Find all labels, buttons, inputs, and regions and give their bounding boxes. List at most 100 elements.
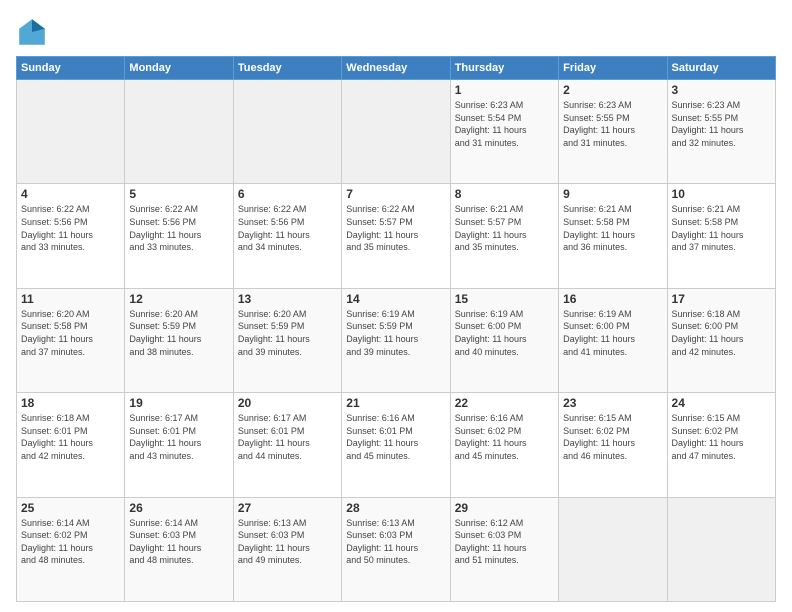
day-info: Sunrise: 6:23 AM Sunset: 5:55 PM Dayligh… (563, 99, 662, 149)
day-number: 27 (238, 501, 337, 515)
week-row-5: 25 Sunrise: 6:14 AM Sunset: 6:02 PM Dayli… (17, 497, 776, 601)
calendar-cell: 23 Sunrise: 6:15 AM Sunset: 6:02 PM Dayli… (559, 393, 667, 497)
week-row-4: 18 Sunrise: 6:18 AM Sunset: 6:01 PM Dayli… (17, 393, 776, 497)
calendar-cell (233, 80, 341, 184)
calendar-cell: 28 Sunrise: 6:13 AM Sunset: 6:03 PM Dayli… (342, 497, 450, 601)
calendar-cell: 15 Sunrise: 6:19 AM Sunset: 6:00 PM Dayli… (450, 288, 558, 392)
day-info: Sunrise: 6:19 AM Sunset: 5:59 PM Dayligh… (346, 308, 445, 358)
calendar-cell: 10 Sunrise: 6:21 AM Sunset: 5:58 PM Dayli… (667, 184, 775, 288)
day-number: 22 (455, 396, 554, 410)
day-info: Sunrise: 6:22 AM Sunset: 5:56 PM Dayligh… (238, 203, 337, 253)
column-header-wednesday: Wednesday (342, 57, 450, 80)
calendar-header: SundayMondayTuesdayWednesdayThursdayFrid… (17, 57, 776, 80)
day-number: 16 (563, 292, 662, 306)
calendar-cell: 18 Sunrise: 6:18 AM Sunset: 6:01 PM Dayli… (17, 393, 125, 497)
day-info: Sunrise: 6:16 AM Sunset: 6:01 PM Dayligh… (346, 412, 445, 462)
day-info: Sunrise: 6:22 AM Sunset: 5:57 PM Dayligh… (346, 203, 445, 253)
calendar-cell (342, 80, 450, 184)
day-number: 4 (21, 187, 120, 201)
day-number: 9 (563, 187, 662, 201)
calendar-cell: 17 Sunrise: 6:18 AM Sunset: 6:00 PM Dayli… (667, 288, 775, 392)
calendar-body: 1 Sunrise: 6:23 AM Sunset: 5:54 PM Daylig… (17, 80, 776, 602)
day-info: Sunrise: 6:21 AM Sunset: 5:58 PM Dayligh… (672, 203, 771, 253)
day-info: Sunrise: 6:14 AM Sunset: 6:03 PM Dayligh… (129, 517, 228, 567)
day-number: 15 (455, 292, 554, 306)
calendar-cell: 6 Sunrise: 6:22 AM Sunset: 5:56 PM Daylig… (233, 184, 341, 288)
day-number: 13 (238, 292, 337, 306)
day-info: Sunrise: 6:17 AM Sunset: 6:01 PM Dayligh… (129, 412, 228, 462)
calendar-cell: 26 Sunrise: 6:14 AM Sunset: 6:03 PM Dayli… (125, 497, 233, 601)
day-info: Sunrise: 6:21 AM Sunset: 5:58 PM Dayligh… (563, 203, 662, 253)
calendar-cell: 8Sunrise: 6:21 AM Sunset: 5:57 PM Daylig… (450, 184, 558, 288)
day-number: 10 (672, 187, 771, 201)
day-number: 7 (346, 187, 445, 201)
day-info: Sunrise: 6:19 AM Sunset: 6:00 PM Dayligh… (563, 308, 662, 358)
calendar-table: SundayMondayTuesdayWednesdayThursdayFrid… (16, 56, 776, 602)
day-number: 2 (563, 83, 662, 97)
day-info: Sunrise: 6:18 AM Sunset: 6:00 PM Dayligh… (672, 308, 771, 358)
calendar-cell: 14 Sunrise: 6:19 AM Sunset: 5:59 PM Dayli… (342, 288, 450, 392)
calendar-cell: 13 Sunrise: 6:20 AM Sunset: 5:59 PM Dayli… (233, 288, 341, 392)
calendar-cell (559, 497, 667, 601)
column-header-sunday: Sunday (17, 57, 125, 80)
day-info: Sunrise: 6:20 AM Sunset: 5:58 PM Dayligh… (21, 308, 120, 358)
day-number: 29 (455, 501, 554, 515)
logo (16, 16, 54, 48)
header (16, 16, 776, 48)
day-number: 14 (346, 292, 445, 306)
day-number: 26 (129, 501, 228, 515)
day-number: 1 (455, 83, 554, 97)
day-info: Sunrise: 6:15 AM Sunset: 6:02 PM Dayligh… (672, 412, 771, 462)
day-info: Sunrise: 6:20 AM Sunset: 5:59 PM Dayligh… (238, 308, 337, 358)
calendar-cell: 25 Sunrise: 6:14 AM Sunset: 6:02 PM Dayli… (17, 497, 125, 601)
day-info: Sunrise: 6:22 AM Sunset: 5:56 PM Dayligh… (21, 203, 120, 253)
day-number: 8 (455, 187, 554, 201)
day-number: 5 (129, 187, 228, 201)
calendar-cell (667, 497, 775, 601)
day-number: 24 (672, 396, 771, 410)
calendar-cell: 27Sunrise: 6:13 AM Sunset: 6:03 PM Dayli… (233, 497, 341, 601)
day-number: 21 (346, 396, 445, 410)
calendar-cell: 11 Sunrise: 6:20 AM Sunset: 5:58 PM Dayli… (17, 288, 125, 392)
day-number: 18 (21, 396, 120, 410)
day-number: 12 (129, 292, 228, 306)
day-info: Sunrise: 6:13 AM Sunset: 6:03 PM Dayligh… (346, 517, 445, 567)
calendar-cell: 4 Sunrise: 6:22 AM Sunset: 5:56 PM Daylig… (17, 184, 125, 288)
calendar-cell: 2 Sunrise: 6:23 AM Sunset: 5:55 PM Daylig… (559, 80, 667, 184)
calendar-cell: 7 Sunrise: 6:22 AM Sunset: 5:57 PM Daylig… (342, 184, 450, 288)
column-header-tuesday: Tuesday (233, 57, 341, 80)
day-info: Sunrise: 6:23 AM Sunset: 5:54 PM Dayligh… (455, 99, 554, 149)
day-info: Sunrise: 6:17 AM Sunset: 6:01 PM Dayligh… (238, 412, 337, 462)
calendar-cell: 19Sunrise: 6:17 AM Sunset: 6:01 PM Dayli… (125, 393, 233, 497)
week-row-3: 11 Sunrise: 6:20 AM Sunset: 5:58 PM Dayli… (17, 288, 776, 392)
day-info: Sunrise: 6:14 AM Sunset: 6:02 PM Dayligh… (21, 517, 120, 567)
week-row-1: 1 Sunrise: 6:23 AM Sunset: 5:54 PM Daylig… (17, 80, 776, 184)
calendar-cell: 24 Sunrise: 6:15 AM Sunset: 6:02 PM Dayli… (667, 393, 775, 497)
day-info: Sunrise: 6:18 AM Sunset: 6:01 PM Dayligh… (21, 412, 120, 462)
calendar-cell: 16 Sunrise: 6:19 AM Sunset: 6:00 PM Dayli… (559, 288, 667, 392)
calendar-cell (17, 80, 125, 184)
day-info: Sunrise: 6:15 AM Sunset: 6:02 PM Dayligh… (563, 412, 662, 462)
day-info: Sunrise: 6:12 AM Sunset: 6:03 PM Dayligh… (455, 517, 554, 567)
page: SundayMondayTuesdayWednesdayThursdayFrid… (0, 0, 792, 612)
week-row-2: 4 Sunrise: 6:22 AM Sunset: 5:56 PM Daylig… (17, 184, 776, 288)
column-header-friday: Friday (559, 57, 667, 80)
calendar-cell: 5 Sunrise: 6:22 AM Sunset: 5:56 PM Daylig… (125, 184, 233, 288)
logo-icon (16, 16, 48, 48)
day-info: Sunrise: 6:16 AM Sunset: 6:02 PM Dayligh… (455, 412, 554, 462)
calendar-cell: 21 Sunrise: 6:16 AM Sunset: 6:01 PM Dayli… (342, 393, 450, 497)
calendar-cell: 22 Sunrise: 6:16 AM Sunset: 6:02 PM Dayli… (450, 393, 558, 497)
column-header-thursday: Thursday (450, 57, 558, 80)
day-number: 28 (346, 501, 445, 515)
day-number: 11 (21, 292, 120, 306)
day-number: 6 (238, 187, 337, 201)
day-number: 23 (563, 396, 662, 410)
day-info: Sunrise: 6:22 AM Sunset: 5:56 PM Dayligh… (129, 203, 228, 253)
day-number: 25 (21, 501, 120, 515)
day-number: 17 (672, 292, 771, 306)
calendar-cell: 3Sunrise: 6:23 AM Sunset: 5:55 PM Daylig… (667, 80, 775, 184)
calendar-cell: 29 Sunrise: 6:12 AM Sunset: 6:03 PM Dayli… (450, 497, 558, 601)
calendar-cell: 9 Sunrise: 6:21 AM Sunset: 5:58 PM Daylig… (559, 184, 667, 288)
day-info: Sunrise: 6:19 AM Sunset: 6:00 PM Dayligh… (455, 308, 554, 358)
calendar-cell (125, 80, 233, 184)
